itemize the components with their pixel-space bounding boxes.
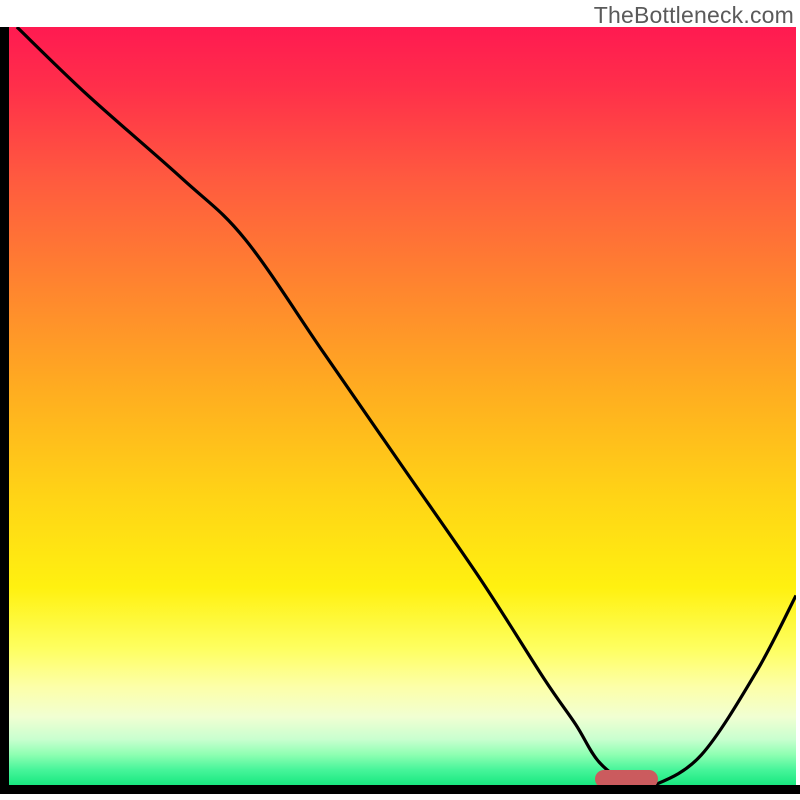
plot-area bbox=[9, 27, 796, 785]
y-axis bbox=[0, 27, 9, 785]
optimal-range-marker bbox=[595, 770, 658, 785]
curve-path bbox=[17, 27, 796, 785]
bottleneck-curve bbox=[9, 27, 796, 785]
x-axis bbox=[0, 785, 800, 794]
chart-canvas: TheBottleneck.com bbox=[0, 0, 800, 800]
watermark-label: TheBottleneck.com bbox=[594, 2, 794, 29]
